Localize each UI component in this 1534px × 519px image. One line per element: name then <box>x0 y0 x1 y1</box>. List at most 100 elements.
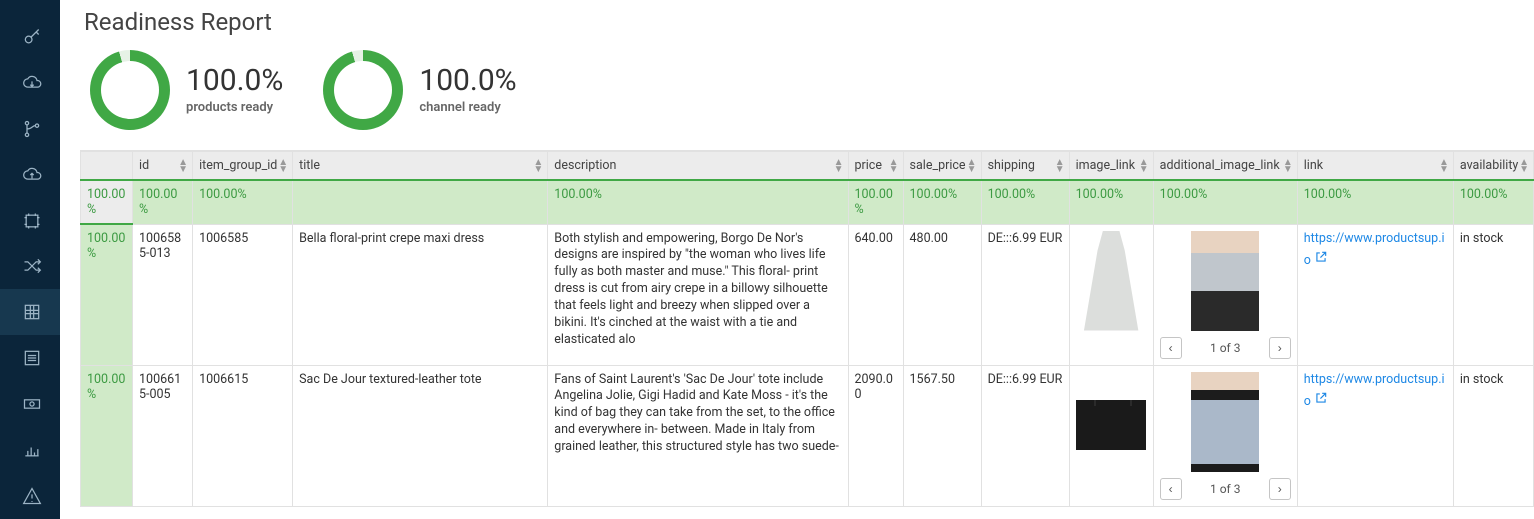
pct-cell <box>293 180 548 224</box>
pager-next-button[interactable]: › <box>1269 478 1291 500</box>
cell-id: 1006615-005 <box>133 365 193 506</box>
main-content: Readiness Report 100.0% products ready 1… <box>60 0 1534 519</box>
cell-shipping: DE:::6.99 EUR <box>981 365 1069 506</box>
sidebar <box>0 0 60 519</box>
table-row: 100.00% 1006585-013 1006585 Bella floral… <box>81 224 1534 365</box>
pct-cell: 100.00% <box>1453 180 1533 224</box>
sort-icon[interactable]: ▲▼ <box>1055 159 1065 173</box>
cell-availability: in stock <box>1453 365 1533 506</box>
branch-icon[interactable] <box>0 106 60 152</box>
pager-next-button[interactable]: › <box>1269 337 1291 359</box>
cell-shipping: DE:::6.99 EUR <box>981 224 1069 365</box>
cell-additional-image-link: ‹ 1 of 3 › <box>1153 365 1297 506</box>
percentage-row: 100.00% 100.00% 100.00% 100.00% 100.00% … <box>81 180 1534 224</box>
pager-prev-button[interactable]: ‹ <box>1160 478 1182 500</box>
chart-icon[interactable] <box>0 427 60 473</box>
page-title: Readiness Report <box>84 8 1534 36</box>
sort-icon[interactable]: ▲▼ <box>967 159 977 173</box>
cell-image-link <box>1069 365 1153 506</box>
cell-sale-price: 1567.50 <box>903 365 981 506</box>
product-image-icon <box>1191 231 1259 331</box>
gauge-label: products ready <box>186 100 283 115</box>
pct-cell: 100.00% <box>848 180 903 224</box>
gauge-value: 100.0% <box>186 66 283 96</box>
sort-icon[interactable]: ▲▼ <box>889 159 899 173</box>
cell-price: 2090.00 <box>848 365 903 506</box>
image-pager: ‹ 1 of 3 › <box>1160 478 1291 500</box>
col-additional-image-link[interactable]: additional_image_link▲▼ <box>1153 152 1297 181</box>
col-id[interactable]: id▲▼ <box>133 152 193 181</box>
cell-item-group-id: 1006585 <box>193 224 293 365</box>
product-image-icon <box>1191 372 1259 472</box>
gauge-channel-ready: 100.0% channel ready <box>323 50 516 130</box>
col-shipping[interactable]: shipping▲▼ <box>981 152 1069 181</box>
cell-description: Both stylish and empowering, Borgo De No… <box>548 224 848 365</box>
cell-id: 1006585-013 <box>133 224 193 365</box>
key-icon[interactable] <box>0 14 60 60</box>
sort-icon[interactable]: ▲▼ <box>1139 159 1149 173</box>
col-link[interactable]: link▲▼ <box>1297 152 1453 181</box>
gauge-products-ready: 100.0% products ready <box>90 50 283 130</box>
cell-availability: in stock <box>1453 224 1533 365</box>
product-image-icon <box>1077 231 1145 331</box>
pct-cell: 100.00% <box>1297 180 1453 224</box>
external-link-icon[interactable] <box>1314 391 1328 409</box>
cell-price: 640.00 <box>848 224 903 365</box>
readiness-table: id▲▼ item_group_id▲▼ title▲▼ description… <box>80 150 1534 510</box>
shuffle-icon[interactable] <box>0 244 60 290</box>
list-icon[interactable] <box>0 335 60 381</box>
cell-title: Bella floral-print crepe maxi dress <box>293 224 548 365</box>
col-image-link[interactable]: image_link▲▼ <box>1069 152 1153 181</box>
external-link-icon[interactable] <box>1314 250 1328 268</box>
pct-cell: 100.00% <box>1153 180 1297 224</box>
col-title[interactable]: title▲▼ <box>293 152 548 181</box>
frame-icon[interactable] <box>0 198 60 244</box>
money-icon[interactable] <box>0 381 60 427</box>
pct-cell: 100.00% <box>981 180 1069 224</box>
col-description[interactable]: description▲▼ <box>548 152 848 181</box>
col-blank <box>81 152 133 181</box>
pct-cell: 100.00% <box>133 180 193 224</box>
pct-cell: 100.00% <box>81 180 133 224</box>
warning-icon[interactable] <box>0 473 60 519</box>
sort-icon[interactable]: ▲▼ <box>278 159 288 173</box>
sort-icon[interactable]: ▲▼ <box>178 159 188 173</box>
gauge-ring-icon <box>90 50 170 130</box>
sort-icon[interactable]: ▲▼ <box>533 159 543 173</box>
row-pct: 100.00% <box>81 224 133 365</box>
header-row: id▲▼ item_group_id▲▼ title▲▼ description… <box>81 152 1534 181</box>
cell-link: https://www.productsup.io <box>1297 224 1453 365</box>
col-item-group-id[interactable]: item_group_id▲▼ <box>193 152 293 181</box>
pager-label: 1 of 3 <box>1210 482 1240 496</box>
product-image-icon <box>1076 400 1146 450</box>
col-sale-price[interactable]: sale_price▲▼ <box>903 152 981 181</box>
col-availability[interactable]: availability▲▼ <box>1453 152 1533 181</box>
cloud-download-icon[interactable] <box>0 60 60 106</box>
gauge-ring-icon <box>323 50 403 130</box>
pct-cell: 100.00% <box>193 180 293 224</box>
cloud-upload-icon[interactable] <box>0 152 60 198</box>
grid-icon[interactable] <box>0 289 60 335</box>
gauge-value: 100.0% <box>419 66 516 96</box>
cell-link: https://www.productsup.io <box>1297 365 1453 506</box>
sort-icon[interactable]: ▲▼ <box>1519 159 1529 173</box>
pager-prev-button[interactable]: ‹ <box>1160 337 1182 359</box>
pct-cell: 100.00% <box>548 180 848 224</box>
sort-icon[interactable]: ▲▼ <box>834 159 844 173</box>
gauges: 100.0% products ready 100.0% channel rea… <box>90 50 1534 130</box>
pct-cell: 100.00% <box>1069 180 1153 224</box>
sort-icon[interactable]: ▲▼ <box>1439 159 1449 173</box>
cell-item-group-id: 1006615 <box>193 365 293 506</box>
col-price[interactable]: price▲▼ <box>848 152 903 181</box>
cell-sale-price: 480.00 <box>903 224 981 365</box>
pct-cell: 100.00% <box>903 180 981 224</box>
cell-description: Fans of Saint Laurent's 'Sac De Jour' to… <box>548 365 848 506</box>
cell-title: Sac De Jour textured-leather tote <box>293 365 548 506</box>
cell-image-link <box>1069 224 1153 365</box>
cell-additional-image-link: ‹ 1 of 3 › <box>1153 224 1297 365</box>
gauge-label: channel ready <box>419 100 516 115</box>
row-pct: 100.00% <box>81 365 133 506</box>
sort-icon[interactable]: ▲▼ <box>1283 159 1293 173</box>
image-pager: ‹ 1 of 3 › <box>1160 337 1291 359</box>
pager-label: 1 of 3 <box>1210 341 1240 355</box>
